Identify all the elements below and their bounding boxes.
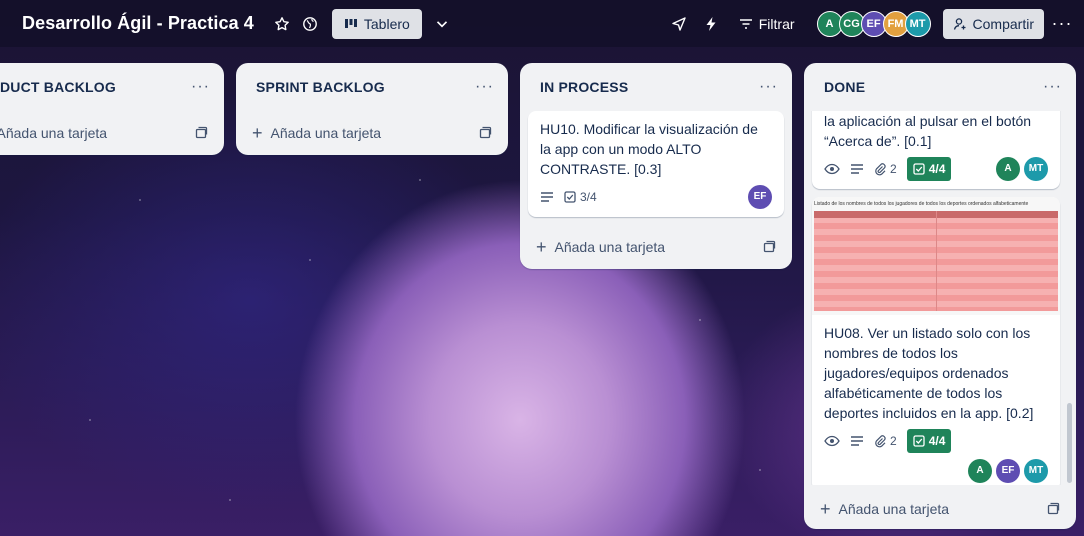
card-badges: 2 4/4 (824, 429, 1048, 453)
add-card-label: Añada una tarjeta (838, 501, 950, 517)
template-icon[interactable] (478, 126, 492, 140)
avatar[interactable]: EF (996, 459, 1020, 483)
list-in-process: IN PROCESS ··· HU10. Modificar la visual… (520, 63, 792, 269)
template-icon[interactable] (1046, 502, 1060, 516)
checklist-icon (564, 191, 576, 203)
card-acerca-de[interactable]: la aplicación al pulsar en el botón “Ace… (812, 111, 1060, 189)
add-card-label: Añada una tarjeta (270, 125, 382, 141)
eye-icon (824, 435, 840, 447)
attachment-count: 2 (890, 434, 897, 448)
cover-table (814, 211, 1058, 311)
description-icon (850, 435, 864, 447)
list-done: DONE ··· la aplicación al pulsar en el b… (804, 63, 1076, 529)
card-title: HU08. Ver un listado solo con los nombre… (824, 325, 1034, 421)
list-scroll-area: la aplicación al pulsar en el botón “Ace… (804, 111, 1068, 485)
list-menu-icon[interactable]: ··· (191, 78, 210, 96)
board-view-icon (344, 18, 358, 30)
list-scrollbar[interactable] (1067, 403, 1072, 483)
checklist-count: 3/4 (580, 190, 597, 204)
template-icon[interactable] (762, 240, 776, 254)
card-badges: 2 4/4 A MT (824, 157, 1048, 181)
avatar[interactable]: MT (1024, 157, 1048, 181)
description-icon (540, 191, 554, 203)
template-icon[interactable] (194, 126, 208, 140)
description-icon (850, 163, 864, 175)
eye-icon (824, 163, 840, 175)
add-person-icon (953, 17, 967, 31)
list-title[interactable]: SPRINT BACKLOG (256, 79, 385, 95)
avatar[interactable]: A (968, 459, 992, 483)
card-title: HU10. Modificar la visualización de la a… (540, 121, 758, 177)
board-view-label: Tablero (363, 15, 410, 32)
attachment-badge: 2 (874, 431, 897, 451)
more-icon[interactable]: ··· (1048, 10, 1076, 38)
avatar[interactable]: MT (1024, 459, 1048, 483)
checklist-count: 4/4 (928, 162, 946, 176)
share-label: Compartir (972, 15, 1034, 32)
list-sprint-backlog: SPRINT BACKLOG ··· + Añada una tarjeta (236, 63, 508, 155)
chevron-down-icon[interactable] (428, 10, 456, 38)
checklist-icon (913, 435, 925, 447)
list-menu-icon[interactable]: ··· (475, 78, 494, 96)
plus-icon: + (536, 236, 547, 257)
list-header: IN PROCESS ··· (520, 63, 792, 111)
globe-icon[interactable] (296, 10, 324, 38)
list-title[interactable]: DONE (824, 79, 865, 95)
checklist-icon (913, 163, 925, 175)
card-badges: 3/4 EF (540, 185, 772, 209)
board-header: Desarrollo Ágil - Practica 4 Tablero Fil… (0, 0, 1084, 47)
plus-icon: + (252, 122, 263, 143)
list-title[interactable]: IN PROCESS (540, 79, 628, 95)
filter-button[interactable]: Filtrar (729, 16, 805, 32)
list-product-backlog: DUCT BACKLOG ··· +Añada una tarjeta (0, 63, 224, 155)
paperclip-icon (875, 435, 886, 448)
attachment-badge: 2 (874, 159, 897, 179)
list-header: DUCT BACKLOG ··· (0, 63, 224, 111)
card-cover-image: Listado de los nombres de todos los juga… (812, 197, 1060, 315)
list-title[interactable]: DUCT BACKLOG (0, 79, 116, 95)
share-button[interactable]: Compartir (942, 8, 1044, 39)
add-card-label: Añada una tarjeta (554, 239, 666, 255)
card-members: A EF MT (824, 459, 1048, 483)
checklist-badge: 4/4 (906, 157, 952, 181)
list-header: SPRINT BACKLOG ··· (236, 63, 508, 111)
checklist-badge: 3/4 (564, 187, 597, 207)
avatar[interactable]: A (996, 157, 1020, 181)
checklist-badge: 4/4 (906, 429, 952, 453)
card-hu08[interactable]: Listado de los nombres de todos los juga… (812, 197, 1060, 485)
list-header: DONE ··· (804, 63, 1076, 111)
board-view-button[interactable]: Tablero (331, 8, 422, 39)
lightning-icon[interactable] (697, 10, 725, 38)
card-members: EF (748, 185, 772, 209)
star-icon[interactable] (268, 10, 296, 38)
board-title[interactable]: Desarrollo Ágil - Practica 4 (22, 13, 254, 34)
add-card-button[interactable]: + Añada una tarjeta (520, 225, 792, 269)
avatar[interactable]: EF (748, 185, 772, 209)
add-card-button[interactable]: +Añada una tarjeta (0, 111, 224, 155)
paperclip-icon (875, 163, 886, 176)
list-menu-icon[interactable]: ··· (1043, 78, 1062, 96)
avatar[interactable]: MT (904, 10, 931, 37)
cover-title: Listado de los nombres de todos los juga… (814, 201, 1029, 207)
add-card-button[interactable]: + Añada una tarjeta (236, 111, 508, 155)
filter-label: Filtrar (758, 15, 795, 32)
filter-icon (739, 18, 753, 30)
card-members: A MT (996, 157, 1048, 181)
attachment-count: 2 (890, 162, 897, 176)
add-card-button[interactable]: + Añada una tarjeta (804, 487, 1076, 529)
add-card-label: Añada una tarjeta (0, 125, 108, 141)
send-icon[interactable] (665, 10, 693, 38)
card-hu10[interactable]: HU10. Modificar la visualización de la a… (528, 111, 784, 217)
plus-icon: + (820, 498, 831, 519)
list-menu-icon[interactable]: ··· (759, 78, 778, 96)
board-members: A CG EF FM MT (816, 10, 931, 37)
card-title: la aplicación al pulsar en el botón “Ace… (824, 113, 1032, 149)
checklist-count: 4/4 (928, 434, 946, 448)
